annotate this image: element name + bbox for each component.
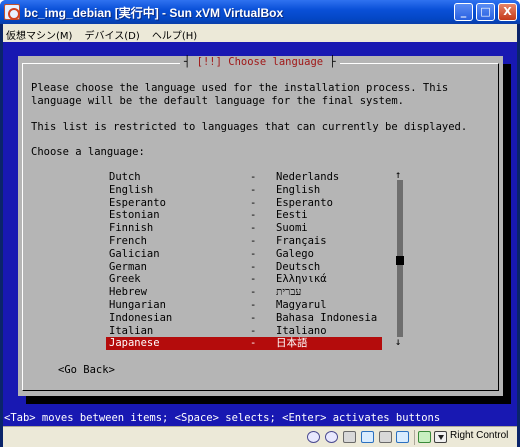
language-name: Dutch [109,171,141,183]
choose-language-dialog: ┤ [!!] Choose language ├ Please choose t… [18,56,503,396]
language-option[interactable]: Dutch - Nederlands [106,171,382,184]
language-name: Finnish [109,222,154,235]
menu-machine[interactable]: 仮想マシン(M) [3,25,76,43]
close-button[interactable]: X [498,3,517,21]
language-separator: - [250,260,257,273]
language-option[interactable]: Hebrew - עברית [106,286,382,299]
status-bar: Right Control [3,426,517,447]
language-native-name: Suomi [276,222,308,235]
maximize-button[interactable]: □ [476,3,495,21]
language-native-name: Galego [276,247,314,260]
scrollbar-thumb [396,256,404,265]
language-option[interactable]: Italian - Italiano [106,325,382,338]
host-key-arrow-icon [434,431,447,443]
scroll-down-indicator: ↓ [395,336,402,348]
dialog-title: ┤ [!!] Choose language ├ [180,56,340,69]
language-name: Hungarian [109,299,166,311]
language-separator: - [250,235,257,247]
language-native-name: Nederlands [276,171,340,183]
language-native-name: Esperanto [276,196,333,209]
language-separator: - [250,337,257,350]
language-native-name: Deutsch [276,260,321,273]
language-separator: - [250,222,257,235]
menu-bar: 仮想マシン(M) デバイス(D) ヘルプ(H) [3,24,517,42]
language-separator: - [250,299,257,311]
language-option[interactable]: Indonesian - Bahasa Indonesia [106,312,382,325]
shared-folders-icon[interactable] [396,431,409,443]
intro-line-1: Please choose the language used for the … [31,82,449,94]
language-native-name: עברית [276,286,302,299]
language-native-name: Magyarul [276,299,327,311]
language-option[interactable]: Finnish - Suomi [106,222,382,235]
language-separator: - [250,273,257,286]
language-option[interactable]: German - Deutsch [106,261,382,274]
language-separator: - [250,311,257,324]
language-separator: - [250,324,257,337]
keyboard-hint: <Tab> moves between items; <Space> selec… [4,412,441,424]
hard-disk-icon[interactable] [307,431,320,443]
language-name: Greek [109,273,141,286]
mouse-integration-icon[interactable] [418,431,431,443]
restriction-note: This list is restricted to languages tha… [31,121,468,133]
language-option[interactable]: Estonian - Eesti [106,209,382,222]
language-separator: - [250,209,257,222]
window-title: bc_img_debian [実行中] - Sun xVM VirtualBox [24,6,284,20]
floppy-icon[interactable] [343,431,356,443]
language-native-name: English [276,183,321,196]
language-option[interactable]: Japanese - 日本語 [106,337,382,351]
language-option[interactable]: Hungarian - Magyarul [106,299,382,312]
language-name: Galician [109,247,160,260]
language-separator: - [250,286,257,299]
language-name: Estonian [109,209,160,222]
language-native-name: Ελληνικά [276,273,327,286]
go-back-button[interactable]: <Go Back> [58,364,115,377]
dialog-title-text: [!!] Choose language [196,56,324,68]
language-option[interactable]: Galician - Galego [106,248,382,261]
language-native-name: Français [276,235,327,247]
language-option[interactable]: English - English [106,184,382,197]
menu-devices[interactable]: デバイス(D) [82,25,144,43]
language-name: Japanese [109,337,160,350]
virtualbox-window: bc_img_debian [実行中] - Sun xVM VirtualBox… [0,0,520,447]
language-name: French [109,235,147,247]
network-icon[interactable] [361,431,374,443]
title-bar[interactable]: bc_img_debian [実行中] - Sun xVM VirtualBox… [0,0,520,24]
menu-help[interactable]: ヘルプ(H) [149,25,201,43]
language-prompt: Choose a language: [31,146,145,158]
cd-dvd-icon[interactable] [325,431,338,443]
language-name: Esperanto [109,196,166,209]
language-separator: - [250,183,257,196]
title-right-connector: ├ [329,56,336,68]
language-name: Hebrew [109,286,147,299]
language-separator: - [250,171,257,183]
status-separator [414,430,415,445]
language-name: Italian [109,324,154,337]
intro-line-2: language will be the default language fo… [31,95,404,107]
language-native-name: Eesti [276,209,308,222]
minimize-button[interactable]: _ [454,3,473,21]
language-native-name: 日本語 [276,337,308,350]
virtualbox-app-icon[interactable] [4,4,20,20]
host-key-label: Right Control [450,430,509,441]
language-name: German [109,260,147,273]
vm-display[interactable]: ┤ [!!] Choose language ├ Please choose t… [3,42,517,426]
language-name: English [109,183,154,196]
title-left-connector: ┤ [184,56,191,68]
language-separator: - [250,247,257,260]
language-name: Indonesian [109,311,173,324]
language-option[interactable]: Greek - Ελληνικά [106,273,382,286]
language-option[interactable]: French - Français [106,235,382,248]
language-native-name: Bahasa Indonesia [276,311,378,324]
language-option[interactable]: Esperanto - Esperanto [106,197,382,210]
language-native-name: Italiano [276,324,327,337]
usb-icon[interactable] [379,431,392,443]
language-separator: - [250,196,257,209]
